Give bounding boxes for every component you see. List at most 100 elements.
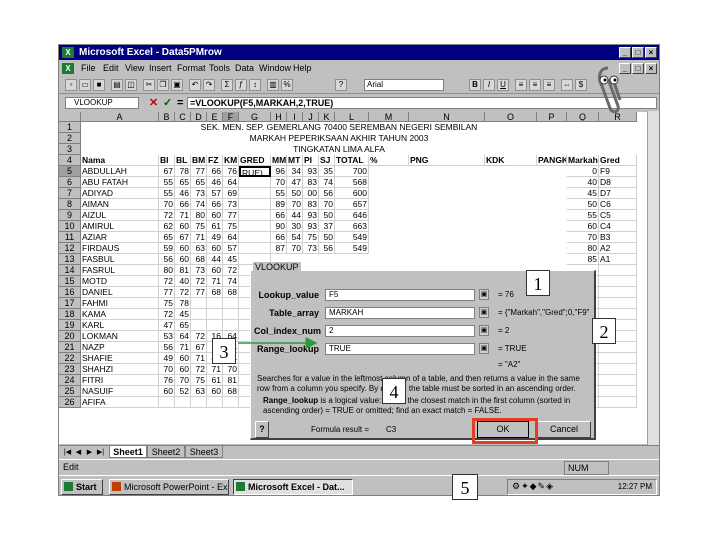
prev-sheet-icon[interactable]: ◀ — [74, 448, 83, 457]
score-cell[interactable]: 73 — [191, 265, 207, 276]
student-name[interactable]: SHAFIE — [81, 353, 159, 364]
score-cell[interactable]: 64 — [223, 177, 239, 188]
gred-lookup-cell[interactable]: D8 — [599, 177, 637, 188]
markah-cell[interactable]: 85 — [567, 254, 599, 265]
column-title[interactable]: BM — [191, 155, 207, 166]
score-cell[interactable]: 70 — [287, 199, 303, 210]
score-cell[interactable]: 53 — [159, 331, 175, 342]
score-cell[interactable]: 47 — [159, 320, 175, 331]
score-cell[interactable]: 60 — [175, 353, 191, 364]
student-name[interactable]: KAMA — [81, 309, 159, 320]
markah-cell[interactable]: 70 — [567, 232, 599, 243]
score-cell[interactable]: 73 — [191, 188, 207, 199]
student-name[interactable]: DANIEL — [81, 287, 159, 298]
gred-lookup-cell[interactable] — [599, 364, 637, 375]
score-cell[interactable]: 71 — [175, 210, 191, 221]
score-cell[interactable]: 74 — [319, 177, 335, 188]
score-cell[interactable]: 77 — [159, 287, 175, 298]
score-cell[interactable]: 47 — [287, 177, 303, 188]
score-cell[interactable] — [207, 397, 223, 408]
gred-cell[interactable] — [239, 188, 271, 199]
student-name[interactable]: ADIYAD — [81, 188, 159, 199]
score-cell[interactable]: 55 — [271, 188, 287, 199]
student-name[interactable]: ABDULLAH — [81, 166, 159, 177]
student-name[interactable]: SHAHZI — [81, 364, 159, 375]
enter-icon[interactable]: ✓ — [163, 96, 172, 110]
gred-lookup-cell[interactable]: C5 — [599, 210, 637, 221]
score-cell[interactable]: 74 — [223, 276, 239, 287]
score-cell[interactable]: 81 — [175, 265, 191, 276]
score-cell[interactable]: 66 — [271, 210, 287, 221]
student-name[interactable]: FIRDAUS — [81, 243, 159, 254]
column-title[interactable]: KM — [223, 155, 239, 166]
gred-lookup-cell[interactable] — [599, 298, 637, 309]
score-cell[interactable]: 50 — [319, 232, 335, 243]
score-cell[interactable]: 55 — [159, 188, 175, 199]
score-cell[interactable]: 68 — [223, 386, 239, 397]
score-cell[interactable]: 68 — [207, 287, 223, 298]
taskbar-powerpoint[interactable]: Microsoft PowerPoint - Ex... — [109, 479, 229, 495]
score-cell[interactable]: 70 — [271, 177, 287, 188]
student-name[interactable]: MOTD — [81, 276, 159, 287]
score-cell[interactable]: 68 — [191, 254, 207, 265]
menu-view[interactable]: View — [125, 60, 144, 76]
gred-cell[interactable] — [239, 221, 271, 232]
score-cell[interactable]: 93 — [303, 210, 319, 221]
score-cell[interactable]: 60 — [175, 364, 191, 375]
score-cell[interactable]: 66 — [175, 199, 191, 210]
student-name[interactable]: FASRUL — [81, 265, 159, 276]
cancel-icon[interactable]: ✕ — [149, 96, 158, 110]
gred-lookup-cell[interactable]: A1 — [599, 254, 637, 265]
score-cell[interactable]: 67 — [191, 342, 207, 353]
score-cell[interactable]: 61 — [207, 221, 223, 232]
score-cell[interactable]: 52 — [175, 386, 191, 397]
italic-icon[interactable]: I — [483, 79, 495, 91]
score-cell[interactable]: 65 — [159, 232, 175, 243]
score-cell[interactable]: 59 — [159, 243, 175, 254]
open-icon[interactable]: ▭ — [79, 79, 91, 91]
gred-cell[interactable] — [239, 232, 271, 243]
score-cell[interactable]: 65 — [175, 320, 191, 331]
office-assistant-icon[interactable] — [588, 62, 628, 120]
menu-format[interactable]: Format — [177, 60, 206, 76]
score-cell[interactable]: 72 — [191, 364, 207, 375]
student-name[interactable]: FITRI — [81, 375, 159, 386]
cancel-button[interactable]: Cancel — [537, 421, 591, 438]
score-cell[interactable]: 67 — [159, 166, 175, 177]
score-cell[interactable]: 50 — [319, 210, 335, 221]
zoom-icon[interactable]: % — [281, 79, 293, 91]
score-cell[interactable]: 61 — [207, 375, 223, 386]
score-cell[interactable]: 54 — [287, 232, 303, 243]
minimize-button[interactable]: _ — [619, 47, 631, 58]
collapse-dialog-icon[interactable]: ▣ — [479, 325, 489, 336]
score-cell[interactable]: 93 — [303, 221, 319, 232]
score-cell[interactable]: 600 — [335, 188, 369, 199]
function-icon[interactable]: ƒ — [235, 79, 247, 91]
gred-cell[interactable] — [239, 210, 271, 221]
score-cell[interactable]: 00 — [303, 188, 319, 199]
score-cell[interactable]: 87 — [271, 243, 287, 254]
gred-lookup-cell[interactable] — [599, 397, 637, 408]
score-cell[interactable] — [223, 397, 239, 408]
score-cell[interactable] — [223, 298, 239, 309]
score-cell[interactable]: 77 — [191, 166, 207, 177]
score-cell[interactable]: 75 — [191, 375, 207, 386]
column-title[interactable]: PANGKAT — [537, 155, 567, 166]
score-cell[interactable]: 60 — [175, 243, 191, 254]
score-cell[interactable]: 60 — [175, 221, 191, 232]
score-cell[interactable] — [191, 320, 207, 331]
gred-lookup-cell[interactable] — [599, 276, 637, 287]
student-name[interactable]: AMIRUL — [81, 221, 159, 232]
score-cell[interactable]: 60 — [207, 265, 223, 276]
score-cell[interactable]: 60 — [175, 254, 191, 265]
score-cell[interactable]: 89 — [271, 199, 287, 210]
score-cell[interactable]: 70 — [319, 199, 335, 210]
student-name[interactable]: NAZP — [81, 342, 159, 353]
score-cell[interactable]: 646 — [335, 210, 369, 221]
score-cell[interactable] — [191, 298, 207, 309]
score-cell[interactable]: 60 — [207, 210, 223, 221]
column-title[interactable]: PNG — [409, 155, 485, 166]
score-cell[interactable]: 65 — [191, 177, 207, 188]
score-cell[interactable] — [191, 309, 207, 320]
underline-icon[interactable]: U — [497, 79, 509, 91]
